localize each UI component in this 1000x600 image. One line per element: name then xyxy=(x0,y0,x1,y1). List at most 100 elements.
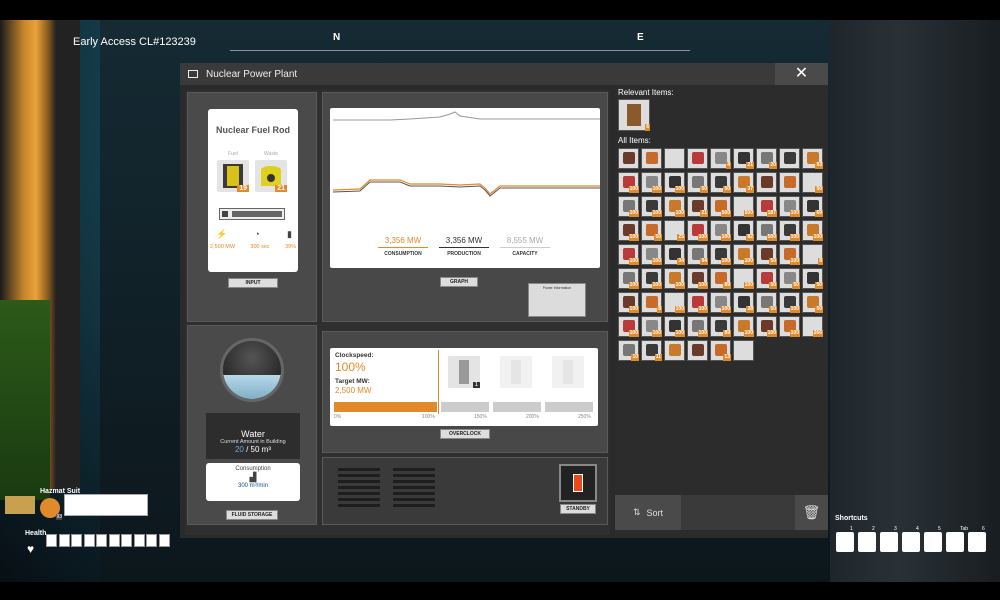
inventory-item[interactable] xyxy=(664,148,685,169)
inventory-item[interactable]: 100 xyxy=(618,196,639,217)
inventory-item[interactable]: 100 xyxy=(779,196,800,217)
inventory-item[interactable]: 100 xyxy=(687,220,708,241)
inventory-item[interactable]: 89 xyxy=(710,268,731,289)
inventory-item[interactable]: 13 xyxy=(710,340,731,361)
inventory-item[interactable]: 50 xyxy=(756,268,777,289)
inventory-item[interactable]: 100 xyxy=(779,316,800,337)
inventory-item[interactable]: 100 xyxy=(618,172,639,193)
inventory-item[interactable]: 187 xyxy=(756,196,777,217)
inventory-item[interactable]: 82 xyxy=(733,220,754,241)
inventory-item[interactable]: 28 xyxy=(733,292,754,313)
inventory-item[interactable]: 8 xyxy=(802,244,823,265)
inventory-item[interactable]: 100 xyxy=(618,316,639,337)
shortcut-slot[interactable] xyxy=(858,532,876,552)
inventory-item[interactable]: 50 xyxy=(687,172,708,193)
inventory-item[interactable] xyxy=(664,340,685,361)
inventory-item[interactable]: 8 xyxy=(641,292,662,313)
shortcut-slot[interactable] xyxy=(880,532,898,552)
inventory-item[interactable]: 100 xyxy=(618,244,639,265)
inventory-item[interactable]: 100 xyxy=(779,220,800,241)
shortcut-slot[interactable] xyxy=(902,532,920,552)
shortcut-slot[interactable] xyxy=(924,532,942,552)
inventory-item[interactable]: 21 xyxy=(733,148,754,169)
inventory-item[interactable] xyxy=(756,172,777,193)
inventory-item[interactable]: 100 xyxy=(664,172,685,193)
inventory-item[interactable] xyxy=(618,148,639,169)
inventory-item[interactable]: 93 xyxy=(802,148,823,169)
inventory-item[interactable]: 100 xyxy=(733,316,754,337)
inventory-item[interactable]: 4 xyxy=(710,148,731,169)
inventory-item[interactable]: 100 xyxy=(779,292,800,313)
shard-slot-1[interactable]: 1 xyxy=(448,356,480,388)
inventory-item[interactable]: 266 xyxy=(802,316,823,337)
inventory-item[interactable]: 50 xyxy=(710,172,731,193)
inventory-item[interactable]: 100 xyxy=(664,268,685,289)
inventory-item[interactable]: 34 xyxy=(664,244,685,265)
inventory-item[interactable]: 100 xyxy=(733,244,754,265)
fuel-slot[interactable]: 19 xyxy=(217,160,249,192)
standby-switch[interactable] xyxy=(559,464,597,502)
player-status: Hazmat Suit 93 Health ♥ xyxy=(0,488,180,563)
inventory-item[interactable]: 100 xyxy=(664,196,685,217)
inventory-item[interactable]: 100 xyxy=(733,268,754,289)
inventory-item[interactable]: 100 xyxy=(802,220,823,241)
relevant-item-fuel-rod[interactable]: 6 xyxy=(618,99,650,131)
inventory-item[interactable]: 100 xyxy=(641,244,662,265)
sort-button[interactable]: ⇅ Sort xyxy=(615,495,681,530)
inventory-item[interactable]: 100 xyxy=(687,268,708,289)
waste-slot[interactable]: 21 xyxy=(255,160,287,192)
inventory-item[interactable]: 500 xyxy=(733,196,754,217)
trash-button[interactable]: 🗑 xyxy=(795,495,828,530)
inventory-item[interactable]: 100 xyxy=(641,316,662,337)
inventory-item[interactable]: 100 xyxy=(641,268,662,289)
inventory-item[interactable]: 100 xyxy=(618,220,639,241)
shard-slot-3[interactable] xyxy=(552,356,584,388)
inventory-item[interactable]: 37 xyxy=(733,172,754,193)
inventory-item[interactable]: 100 xyxy=(710,220,731,241)
inventory-item[interactable]: 100 xyxy=(710,292,731,313)
inventory-item[interactable] xyxy=(687,148,708,169)
inventory-item[interactable] xyxy=(779,172,800,193)
item-qty: 100 xyxy=(812,234,823,241)
clockspeed-bar[interactable] xyxy=(334,402,437,412)
inventory-item[interactable]: 89 xyxy=(710,316,731,337)
item-qty: 266 xyxy=(812,330,823,337)
inventory-item[interactable]: 21 xyxy=(687,196,708,217)
inventory-item[interactable]: 100 xyxy=(641,172,662,193)
inventory-item[interactable]: 10 xyxy=(618,340,639,361)
inventory-item[interactable]: 100 xyxy=(618,292,639,313)
inventory-item[interactable]: 50 xyxy=(756,292,777,313)
inventory-item[interactable]: 20 xyxy=(756,148,777,169)
inventory-item[interactable]: 50 xyxy=(802,268,823,289)
inventory-item[interactable] xyxy=(641,148,662,169)
inventory-item[interactable] xyxy=(687,340,708,361)
inventory-item[interactable]: 100 xyxy=(710,244,731,265)
shortcut-slot[interactable] xyxy=(968,532,986,552)
equipment-slot[interactable]: 93 xyxy=(40,498,62,520)
inventory-item[interactable]: 50 xyxy=(641,220,662,241)
inventory-item[interactable]: 500 xyxy=(756,220,777,241)
inventory-item[interactable]: 69 xyxy=(802,196,823,217)
inventory-item[interactable]: 50 xyxy=(802,292,823,313)
inventory-item[interactable]: 25 xyxy=(664,220,685,241)
inventory-item[interactable]: 100 xyxy=(687,316,708,337)
close-button[interactable]: ✕ xyxy=(775,63,828,85)
inventory-item[interactable]: 50 xyxy=(779,268,800,289)
inventory-item[interactable] xyxy=(779,148,800,169)
shortcut-slot[interactable] xyxy=(836,532,854,552)
inventory-item[interactable]: 100 xyxy=(618,268,639,289)
inventory-item[interactable]: 50 xyxy=(802,172,823,193)
inventory-item[interactable]: 100 xyxy=(664,316,685,337)
inventory-item[interactable]: 94 xyxy=(687,244,708,265)
shard-slot-2[interactable] xyxy=(500,356,532,388)
inventory-item[interactable]: 100 xyxy=(779,244,800,265)
inventory-item[interactable]: 100 xyxy=(641,196,662,217)
inventory-item[interactable]: 100 xyxy=(756,316,777,337)
inventory-item[interactable]: 100 xyxy=(687,292,708,313)
inventory-item[interactable]: 11 xyxy=(641,340,662,361)
inventory-item[interactable]: 50 xyxy=(756,244,777,265)
shortcut-slot[interactable] xyxy=(946,532,964,552)
inventory-item[interactable] xyxy=(733,340,754,361)
inventory-item[interactable]: 100 xyxy=(664,292,685,313)
inventory-item[interactable]: 500 xyxy=(710,196,731,217)
